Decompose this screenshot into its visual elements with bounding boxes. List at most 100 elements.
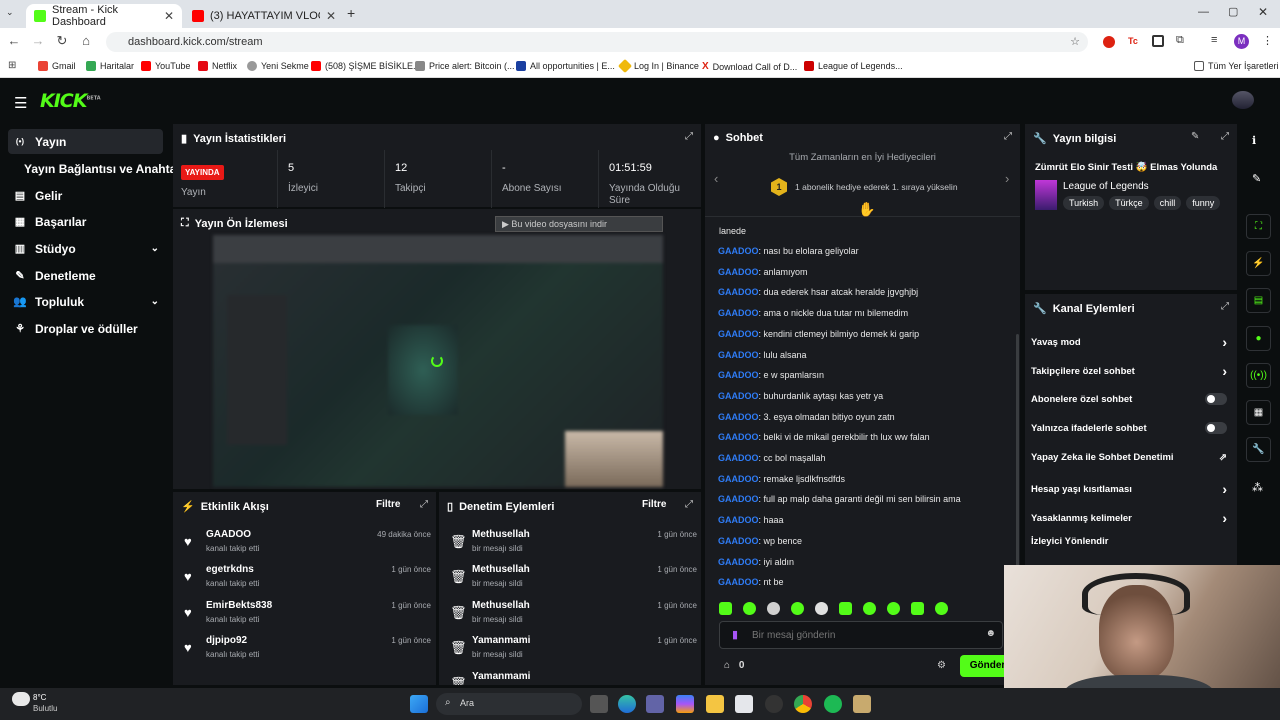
category-thumbnail[interactable] bbox=[1035, 180, 1057, 210]
extension-icon[interactable] bbox=[1152, 35, 1164, 47]
expand-icon[interactable]: ⤢ bbox=[1221, 301, 1229, 312]
nav-achievements[interactable]: ▦ Başarılar bbox=[8, 209, 163, 234]
chat-username[interactable]: GAADOO bbox=[718, 267, 759, 277]
window-close-icon[interactable]: ✕ bbox=[1258, 5, 1268, 19]
minimize-icon[interactable]: — bbox=[1198, 6, 1209, 18]
user-avatar[interactable] bbox=[1232, 91, 1254, 109]
chat-username[interactable]: GAADOO bbox=[718, 577, 759, 587]
emotes-only-toggle[interactable] bbox=[1205, 422, 1227, 434]
emoji-picker-icon[interactable]: ☻ bbox=[985, 628, 996, 639]
moderator-name[interactable]: Yamanmami bbox=[472, 671, 530, 682]
bookmark-opportunities[interactable]: All opportunities | E... bbox=[516, 61, 615, 71]
edge-icon[interactable] bbox=[618, 695, 636, 713]
task-view-icon[interactable] bbox=[590, 695, 608, 713]
chat-username[interactable]: GAADOO bbox=[718, 329, 759, 339]
extension-icon[interactable]: Tc bbox=[1128, 36, 1138, 46]
nav-moderation[interactable]: ✎ Denetleme bbox=[8, 263, 163, 288]
bookmark-maps[interactable]: Haritalar bbox=[86, 61, 134, 71]
browser-menu-icon[interactable]: ⋮ bbox=[1262, 34, 1273, 47]
emote-icon[interactable] bbox=[767, 602, 780, 615]
chat-message-field[interactable] bbox=[752, 627, 972, 643]
emote-icon[interactable] bbox=[791, 602, 804, 615]
quick-action-store-icon[interactable]: ▦ bbox=[1246, 400, 1271, 425]
chat-username[interactable]: GAADOO bbox=[718, 474, 759, 484]
chat-username[interactable]: GAADOO bbox=[718, 391, 759, 401]
bookmark-bike[interactable]: (508) ŞİŞME BİSİKLE... bbox=[311, 61, 421, 71]
bookmark-lol[interactable]: League of Legends... bbox=[804, 61, 903, 71]
edit-pencil-icon[interactable]: ✎ bbox=[1252, 172, 1261, 185]
nav-stream-key[interactable]: Yayın Bağlantısı ve Anahtarı bbox=[8, 156, 184, 181]
bookmark-new-tab[interactable]: Yeni Sekme bbox=[247, 61, 309, 71]
quick-action-chat-icon[interactable]: ● bbox=[1246, 326, 1271, 351]
quick-action-page-icon[interactable]: ▤ bbox=[1246, 288, 1271, 313]
store-icon[interactable] bbox=[735, 695, 753, 713]
action-raid[interactable]: İzleyici Yönlendir bbox=[1031, 536, 1227, 547]
event-user[interactable]: djpipo92 bbox=[206, 635, 247, 646]
hamburger-menu-icon[interactable]: ☰ bbox=[14, 94, 27, 112]
file-explorer-icon[interactable] bbox=[706, 695, 724, 713]
tab-list-icon[interactable]: ⌄ bbox=[6, 7, 14, 18]
weather-temp[interactable]: 8°C bbox=[33, 693, 46, 702]
maximize-icon[interactable]: ▢ bbox=[1228, 5, 1238, 18]
filter-button[interactable]: Filtre bbox=[642, 499, 666, 510]
event-user[interactable]: GAADOO bbox=[206, 529, 251, 540]
chat-username[interactable]: GAADOO bbox=[718, 308, 759, 318]
tag[interactable]: Türkçe bbox=[1109, 196, 1149, 210]
chat-username[interactable]: GAADOO bbox=[718, 350, 759, 360]
chat-username[interactable]: GAADOO bbox=[718, 370, 759, 380]
event-user[interactable]: EmirBekts838 bbox=[206, 600, 272, 611]
tag[interactable]: Turkish bbox=[1063, 196, 1105, 210]
back-icon[interactable]: ← bbox=[5, 33, 23, 48]
action-slow-mode[interactable]: Yavaş mod › bbox=[1031, 334, 1227, 350]
chat-scrollbar[interactable] bbox=[1016, 334, 1019, 594]
emote-icon[interactable] bbox=[935, 602, 948, 615]
app-icon[interactable] bbox=[765, 695, 783, 713]
chevron-right-icon[interactable]: › bbox=[1005, 171, 1009, 186]
profile-avatar[interactable]: M bbox=[1234, 34, 1249, 49]
chat-username[interactable]: GAADOO bbox=[718, 287, 759, 297]
edit-pencil-icon[interactable]: ✎ bbox=[1191, 131, 1199, 142]
action-account-age[interactable]: Hesap yaşı kısıtlaması › bbox=[1031, 481, 1227, 497]
emote-icon[interactable] bbox=[743, 602, 756, 615]
moderator-name[interactable]: Methusellah bbox=[472, 600, 530, 611]
filter-button[interactable]: Filtre bbox=[376, 499, 400, 510]
nav-stream[interactable]: (•) Yayın bbox=[8, 129, 163, 154]
emote-icon[interactable] bbox=[719, 602, 732, 615]
chat-username[interactable]: GAADOO bbox=[718, 453, 759, 463]
moderator-name[interactable]: Methusellah bbox=[472, 564, 530, 575]
action-ai-moderation[interactable]: Yapay Zeka ile Sohbet Denetimi ⇗ bbox=[1031, 452, 1227, 463]
bookmark-binance[interactable]: Log In | Binance bbox=[617, 58, 699, 74]
quick-action-broadcast-icon[interactable]: ((•)) bbox=[1246, 363, 1271, 388]
chat-username[interactable]: GAADOO bbox=[718, 515, 759, 525]
nav-community[interactable]: 👥 Topluluk ⌄ bbox=[8, 289, 163, 314]
reload-icon[interactable]: ↻ bbox=[53, 33, 71, 49]
chat-settings-icon[interactable]: ⚙ bbox=[937, 660, 946, 671]
chat-username[interactable]: GAADOO bbox=[718, 536, 759, 546]
action-banned-words[interactable]: Yasaklanmış kelimeler › bbox=[1031, 510, 1227, 526]
expand-icon[interactable]: ⤢ bbox=[420, 499, 428, 510]
emote-icon[interactable] bbox=[839, 602, 852, 615]
action-followers-only[interactable]: Takipçilere özel sohbet › bbox=[1031, 363, 1227, 379]
emote-icon[interactable] bbox=[911, 602, 924, 615]
close-icon[interactable]: ✕ bbox=[326, 9, 336, 23]
league-client-icon[interactable] bbox=[853, 695, 871, 713]
subscribers-only-toggle[interactable] bbox=[1205, 393, 1227, 405]
tab-youtube[interactable]: (3) HAYATTAYIM VLOG - YouTub ✕ bbox=[184, 4, 344, 28]
chat-input[interactable]: ▮ ☻ bbox=[719, 621, 1003, 649]
emote-icon[interactable] bbox=[815, 602, 828, 615]
nav-revenue[interactable]: ▤ Gelir bbox=[8, 183, 163, 208]
bookmark-star-icon[interactable]: ☆ bbox=[1070, 35, 1080, 48]
chat-username[interactable]: GAADOO bbox=[718, 494, 759, 504]
tag[interactable]: funny bbox=[1186, 196, 1221, 210]
expand-icon[interactable]: ⤢ bbox=[685, 499, 693, 510]
moderator-name[interactable]: Methusellah bbox=[472, 529, 530, 540]
spotify-icon[interactable] bbox=[824, 695, 842, 713]
media-controls-icon[interactable]: ≡ bbox=[1211, 34, 1217, 46]
windows-start-icon[interactable] bbox=[410, 695, 428, 713]
nav-studio[interactable]: ▥ Stüdyo ⌄ bbox=[8, 236, 163, 261]
bookmark-youtube[interactable]: YouTube bbox=[141, 61, 190, 71]
emote-icon[interactable] bbox=[863, 602, 876, 615]
bookmark-price-alert[interactable]: Price alert: Bitcoin (... bbox=[415, 61, 515, 71]
moderator-name[interactable]: Yamanmami bbox=[472, 635, 530, 646]
bookmark-netflix[interactable]: Netflix bbox=[198, 61, 237, 71]
